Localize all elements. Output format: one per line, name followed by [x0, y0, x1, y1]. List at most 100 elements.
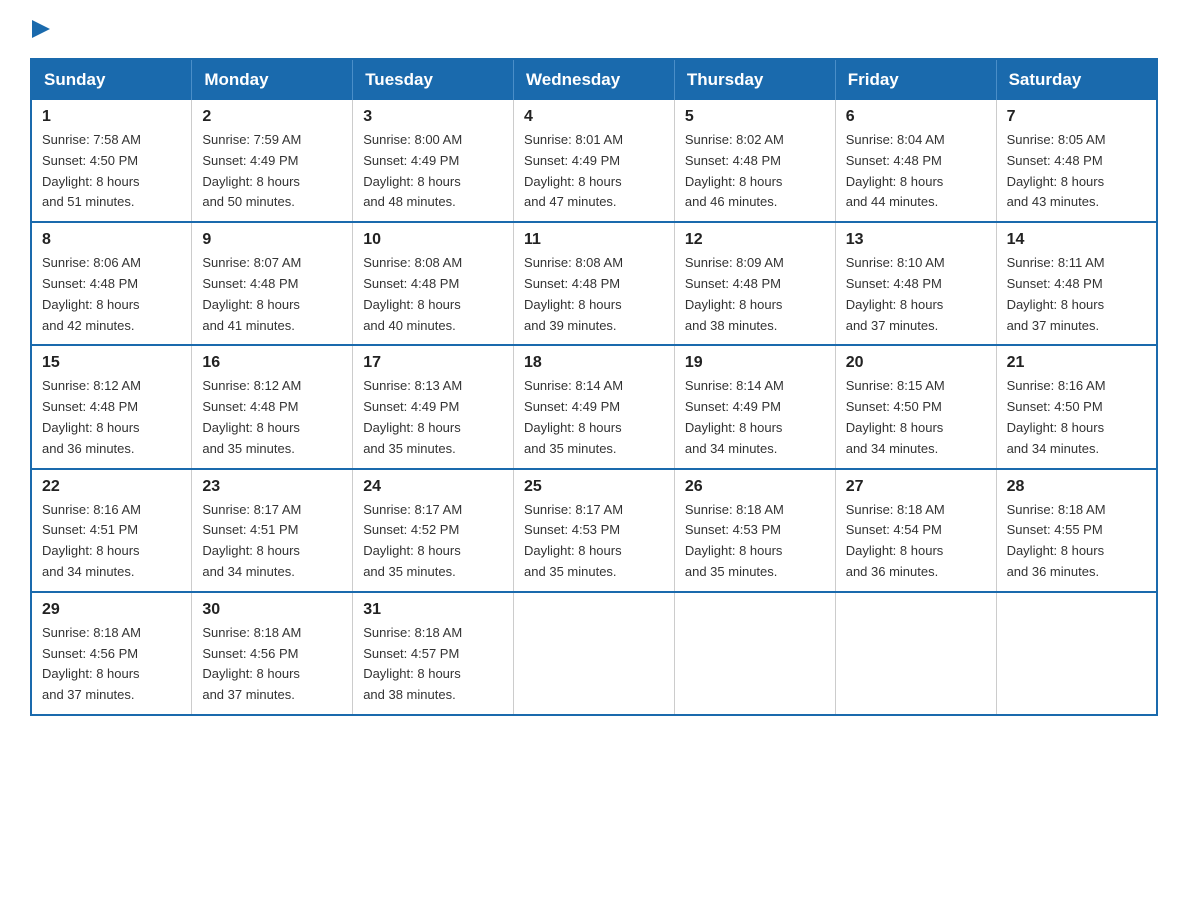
logo [30, 20, 50, 38]
calendar-cell: 31 Sunrise: 8:18 AM Sunset: 4:57 PM Dayl… [353, 592, 514, 715]
day-info: Sunrise: 8:07 AM Sunset: 4:48 PM Dayligh… [202, 253, 342, 336]
day-header-monday: Monday [192, 59, 353, 100]
day-info: Sunrise: 8:11 AM Sunset: 4:48 PM Dayligh… [1007, 253, 1146, 336]
calendar-cell: 29 Sunrise: 8:18 AM Sunset: 4:56 PM Dayl… [31, 592, 192, 715]
day-number: 20 [846, 354, 986, 372]
calendar-cell: 1 Sunrise: 7:58 AM Sunset: 4:50 PM Dayli… [31, 100, 192, 222]
day-info: Sunrise: 8:18 AM Sunset: 4:57 PM Dayligh… [363, 623, 503, 706]
calendar-cell [514, 592, 675, 715]
day-number: 19 [685, 354, 825, 372]
day-info: Sunrise: 8:17 AM Sunset: 4:51 PM Dayligh… [202, 500, 342, 583]
calendar-week-1: 1 Sunrise: 7:58 AM Sunset: 4:50 PM Dayli… [31, 100, 1157, 222]
calendar-cell: 13 Sunrise: 8:10 AM Sunset: 4:48 PM Dayl… [835, 222, 996, 345]
day-number: 11 [524, 231, 664, 249]
day-header-saturday: Saturday [996, 59, 1157, 100]
day-header-wednesday: Wednesday [514, 59, 675, 100]
calendar-cell: 8 Sunrise: 8:06 AM Sunset: 4:48 PM Dayli… [31, 222, 192, 345]
calendar-cell: 21 Sunrise: 8:16 AM Sunset: 4:50 PM Dayl… [996, 345, 1157, 468]
calendar-cell: 7 Sunrise: 8:05 AM Sunset: 4:48 PM Dayli… [996, 100, 1157, 222]
logo-arrow-icon [32, 20, 50, 38]
day-info: Sunrise: 8:12 AM Sunset: 4:48 PM Dayligh… [202, 376, 342, 459]
day-info: Sunrise: 8:18 AM Sunset: 4:56 PM Dayligh… [42, 623, 181, 706]
calendar-cell: 28 Sunrise: 8:18 AM Sunset: 4:55 PM Dayl… [996, 469, 1157, 592]
day-number: 8 [42, 231, 181, 249]
day-info: Sunrise: 8:14 AM Sunset: 4:49 PM Dayligh… [524, 376, 664, 459]
day-number: 13 [846, 231, 986, 249]
day-header-thursday: Thursday [674, 59, 835, 100]
day-number: 9 [202, 231, 342, 249]
day-info: Sunrise: 8:04 AM Sunset: 4:48 PM Dayligh… [846, 130, 986, 213]
day-info: Sunrise: 7:59 AM Sunset: 4:49 PM Dayligh… [202, 130, 342, 213]
day-info: Sunrise: 8:00 AM Sunset: 4:49 PM Dayligh… [363, 130, 503, 213]
calendar-week-5: 29 Sunrise: 8:18 AM Sunset: 4:56 PM Dayl… [31, 592, 1157, 715]
calendar-cell: 26 Sunrise: 8:18 AM Sunset: 4:53 PM Dayl… [674, 469, 835, 592]
calendar-week-3: 15 Sunrise: 8:12 AM Sunset: 4:48 PM Dayl… [31, 345, 1157, 468]
day-info: Sunrise: 8:12 AM Sunset: 4:48 PM Dayligh… [42, 376, 181, 459]
calendar-cell [835, 592, 996, 715]
day-number: 2 [202, 108, 342, 126]
day-number: 29 [42, 601, 181, 619]
day-number: 7 [1007, 108, 1146, 126]
day-info: Sunrise: 8:18 AM Sunset: 4:54 PM Dayligh… [846, 500, 986, 583]
day-number: 10 [363, 231, 503, 249]
day-number: 25 [524, 478, 664, 496]
day-info: Sunrise: 8:02 AM Sunset: 4:48 PM Dayligh… [685, 130, 825, 213]
day-number: 28 [1007, 478, 1146, 496]
calendar-cell: 24 Sunrise: 8:17 AM Sunset: 4:52 PM Dayl… [353, 469, 514, 592]
day-number: 27 [846, 478, 986, 496]
calendar-cell: 10 Sunrise: 8:08 AM Sunset: 4:48 PM Dayl… [353, 222, 514, 345]
day-info: Sunrise: 8:08 AM Sunset: 4:48 PM Dayligh… [524, 253, 664, 336]
calendar-cell: 17 Sunrise: 8:13 AM Sunset: 4:49 PM Dayl… [353, 345, 514, 468]
day-info: Sunrise: 8:08 AM Sunset: 4:48 PM Dayligh… [363, 253, 503, 336]
calendar-cell: 19 Sunrise: 8:14 AM Sunset: 4:49 PM Dayl… [674, 345, 835, 468]
calendar-header-row: SundayMondayTuesdayWednesdayThursdayFrid… [31, 59, 1157, 100]
calendar-cell: 22 Sunrise: 8:16 AM Sunset: 4:51 PM Dayl… [31, 469, 192, 592]
day-header-friday: Friday [835, 59, 996, 100]
day-info: Sunrise: 8:05 AM Sunset: 4:48 PM Dayligh… [1007, 130, 1146, 213]
day-info: Sunrise: 8:16 AM Sunset: 4:50 PM Dayligh… [1007, 376, 1146, 459]
calendar-cell: 14 Sunrise: 8:11 AM Sunset: 4:48 PM Dayl… [996, 222, 1157, 345]
day-info: Sunrise: 8:17 AM Sunset: 4:53 PM Dayligh… [524, 500, 664, 583]
calendar-cell: 9 Sunrise: 8:07 AM Sunset: 4:48 PM Dayli… [192, 222, 353, 345]
day-number: 18 [524, 354, 664, 372]
calendar-cell: 23 Sunrise: 8:17 AM Sunset: 4:51 PM Dayl… [192, 469, 353, 592]
day-number: 16 [202, 354, 342, 372]
calendar-cell: 6 Sunrise: 8:04 AM Sunset: 4:48 PM Dayli… [835, 100, 996, 222]
calendar-cell: 2 Sunrise: 7:59 AM Sunset: 4:49 PM Dayli… [192, 100, 353, 222]
day-number: 24 [363, 478, 503, 496]
day-number: 31 [363, 601, 503, 619]
day-info: Sunrise: 7:58 AM Sunset: 4:50 PM Dayligh… [42, 130, 181, 213]
day-number: 12 [685, 231, 825, 249]
calendar-cell: 18 Sunrise: 8:14 AM Sunset: 4:49 PM Dayl… [514, 345, 675, 468]
day-number: 4 [524, 108, 664, 126]
calendar-cell: 20 Sunrise: 8:15 AM Sunset: 4:50 PM Dayl… [835, 345, 996, 468]
day-info: Sunrise: 8:18 AM Sunset: 4:53 PM Dayligh… [685, 500, 825, 583]
day-info: Sunrise: 8:18 AM Sunset: 4:55 PM Dayligh… [1007, 500, 1146, 583]
day-number: 5 [685, 108, 825, 126]
calendar-table: SundayMondayTuesdayWednesdayThursdayFrid… [30, 58, 1158, 716]
day-number: 1 [42, 108, 181, 126]
calendar-cell: 15 Sunrise: 8:12 AM Sunset: 4:48 PM Dayl… [31, 345, 192, 468]
day-info: Sunrise: 8:14 AM Sunset: 4:49 PM Dayligh… [685, 376, 825, 459]
calendar-cell: 25 Sunrise: 8:17 AM Sunset: 4:53 PM Dayl… [514, 469, 675, 592]
day-number: 30 [202, 601, 342, 619]
calendar-cell: 4 Sunrise: 8:01 AM Sunset: 4:49 PM Dayli… [514, 100, 675, 222]
calendar-week-4: 22 Sunrise: 8:16 AM Sunset: 4:51 PM Dayl… [31, 469, 1157, 592]
day-info: Sunrise: 8:17 AM Sunset: 4:52 PM Dayligh… [363, 500, 503, 583]
calendar-cell: 5 Sunrise: 8:02 AM Sunset: 4:48 PM Dayli… [674, 100, 835, 222]
day-info: Sunrise: 8:10 AM Sunset: 4:48 PM Dayligh… [846, 253, 986, 336]
day-info: Sunrise: 8:01 AM Sunset: 4:49 PM Dayligh… [524, 130, 664, 213]
day-number: 23 [202, 478, 342, 496]
day-header-sunday: Sunday [31, 59, 192, 100]
day-info: Sunrise: 8:18 AM Sunset: 4:56 PM Dayligh… [202, 623, 342, 706]
day-info: Sunrise: 8:13 AM Sunset: 4:49 PM Dayligh… [363, 376, 503, 459]
day-number: 26 [685, 478, 825, 496]
calendar-cell: 3 Sunrise: 8:00 AM Sunset: 4:49 PM Dayli… [353, 100, 514, 222]
day-number: 15 [42, 354, 181, 372]
calendar-cell: 12 Sunrise: 8:09 AM Sunset: 4:48 PM Dayl… [674, 222, 835, 345]
calendar-cell [674, 592, 835, 715]
day-number: 21 [1007, 354, 1146, 372]
calendar-week-2: 8 Sunrise: 8:06 AM Sunset: 4:48 PM Dayli… [31, 222, 1157, 345]
calendar-cell: 27 Sunrise: 8:18 AM Sunset: 4:54 PM Dayl… [835, 469, 996, 592]
day-number: 3 [363, 108, 503, 126]
